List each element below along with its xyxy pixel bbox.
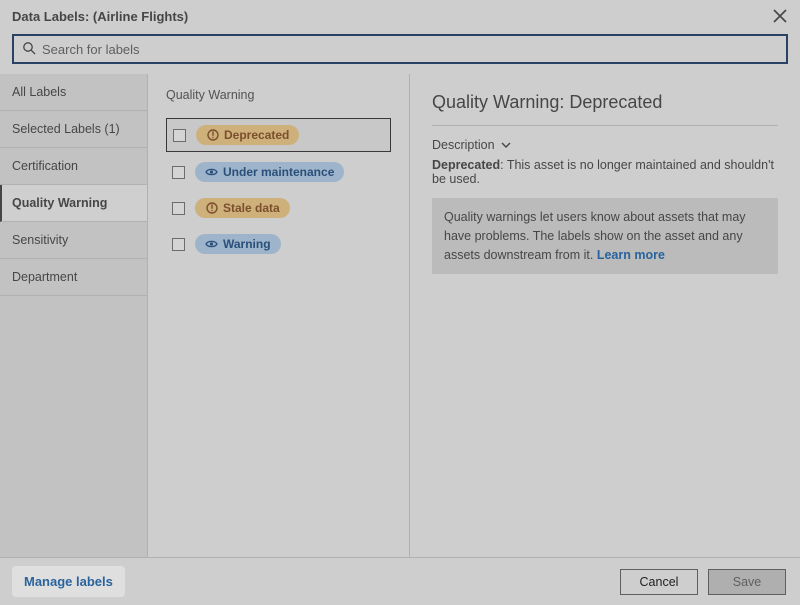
sidebar-item-sensitivity[interactable]: Sensitivity (0, 222, 147, 259)
checkbox[interactable] (173, 129, 186, 142)
dialog-body: All Labels Selected Labels (1) Certifica… (0, 74, 800, 557)
manage-labels-link[interactable]: Manage labels (14, 568, 123, 595)
label-pill: Deprecated (196, 125, 299, 145)
sidebar-item-label: All Labels (12, 85, 66, 99)
sidebar-item-certification[interactable]: Certification (0, 148, 147, 185)
checkbox[interactable] (172, 166, 185, 179)
description-toggle[interactable]: Description (432, 138, 778, 152)
info-text: Quality warnings let users know about as… (444, 210, 746, 262)
category-sidebar: All Labels Selected Labels (1) Certifica… (0, 74, 148, 557)
warning-icon (206, 129, 219, 142)
label-pill: Stale data (195, 198, 290, 218)
sidebar-item-label: Certification (12, 159, 78, 173)
info-box: Quality warnings let users know about as… (432, 198, 778, 274)
sidebar-item-label: Sensitivity (12, 233, 68, 247)
close-icon[interactable] (772, 8, 788, 24)
search-input[interactable] (42, 42, 778, 57)
footer-buttons: Cancel Save (620, 569, 786, 595)
detail-title: Quality Warning: Deprecated (432, 92, 778, 113)
label-text: Under maintenance (223, 165, 334, 179)
label-text: Deprecated (224, 128, 289, 142)
dialog-title: Data Labels: (Airline Flights) (12, 9, 188, 24)
learn-more-link[interactable]: Learn more (597, 248, 665, 262)
label-text: Stale data (223, 201, 280, 215)
divider (432, 125, 778, 126)
search-icon (22, 41, 36, 58)
description-header-label: Description (432, 138, 495, 152)
label-row-warning[interactable]: Warning (166, 228, 391, 260)
label-row-under-maintenance[interactable]: Under maintenance (166, 156, 391, 188)
eye-icon (205, 166, 218, 179)
sidebar-item-label: Quality Warning (12, 196, 107, 210)
sidebar-item-label: Selected Labels (1) (12, 122, 120, 136)
label-pill: Under maintenance (195, 162, 344, 182)
sidebar-item-quality-warning[interactable]: Quality Warning (0, 185, 147, 222)
save-button[interactable]: Save (708, 569, 786, 595)
sidebar-item-all-labels[interactable]: All Labels (0, 74, 147, 111)
data-labels-dialog: Data Labels: (Airline Flights) All Label… (0, 0, 800, 605)
search-box[interactable] (12, 34, 788, 64)
warning-icon (205, 202, 218, 215)
eye-icon (205, 238, 218, 251)
label-row-stale-data[interactable]: Stale data (166, 192, 391, 224)
label-row-deprecated[interactable]: Deprecated (166, 118, 391, 152)
sidebar-item-department[interactable]: Department (0, 259, 147, 296)
label-detail: Quality Warning: Deprecated Description … (410, 74, 800, 557)
chevron-down-icon (501, 138, 511, 152)
label-list: Quality Warning Deprecated Under mainten… (148, 74, 410, 557)
checkbox[interactable] (172, 238, 185, 251)
sidebar-item-label: Department (12, 270, 77, 284)
list-header: Quality Warning (166, 88, 391, 102)
cancel-button[interactable]: Cancel (620, 569, 698, 595)
dialog-footer: Manage labels Cancel Save (0, 557, 800, 605)
dialog-titlebar: Data Labels: (Airline Flights) (0, 0, 800, 34)
search-wrap (0, 34, 800, 74)
label-pill: Warning (195, 234, 281, 254)
description-name: Deprecated (432, 158, 500, 172)
sidebar-item-selected-labels[interactable]: Selected Labels (1) (0, 111, 147, 148)
label-text: Warning (223, 237, 271, 251)
checkbox[interactable] (172, 202, 185, 215)
description-body: Deprecated: This asset is no longer main… (432, 158, 778, 186)
